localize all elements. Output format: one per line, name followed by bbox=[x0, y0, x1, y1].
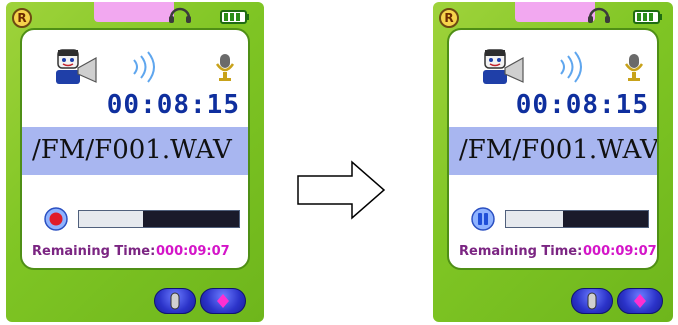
headphone-icon bbox=[169, 7, 191, 23]
elapsed-time: 00:08:15 bbox=[515, 90, 649, 120]
mic-stop-icon bbox=[170, 292, 180, 310]
progress-bar bbox=[505, 210, 649, 228]
play-icon bbox=[634, 294, 646, 308]
recorder-screen-left: R 00:08:15 /FM/F001.WAV Remaining Time: … bbox=[6, 2, 264, 322]
stop-button[interactable] bbox=[571, 288, 613, 314]
file-path: /FM/F001.WAV bbox=[459, 135, 659, 165]
play-icon bbox=[217, 294, 229, 308]
icon-row bbox=[449, 42, 657, 86]
play-button[interactable] bbox=[200, 288, 246, 314]
progress-fill bbox=[506, 211, 563, 227]
remaining-time-value: 000:09:07 bbox=[583, 244, 657, 259]
sound-waves-icon bbox=[560, 51, 582, 83]
elapsed-time: 00:08:15 bbox=[106, 90, 240, 120]
r-badge-icon: R bbox=[12, 8, 32, 28]
progress-bar bbox=[78, 210, 240, 228]
file-path-bar: /FM/F001.WAV bbox=[22, 127, 248, 175]
pause-icon[interactable] bbox=[471, 207, 495, 231]
battery-icon bbox=[220, 10, 249, 24]
display-screen: 00:08:15 /FM/F001.WAV Remaining Time: 00… bbox=[447, 28, 659, 270]
remaining-time-label: Remaining Time: bbox=[32, 244, 156, 259]
progress-fill bbox=[79, 211, 143, 227]
r-badge-icon: R bbox=[439, 8, 459, 28]
remaining-time-label: Remaining Time: bbox=[459, 244, 583, 259]
icon-row bbox=[22, 42, 248, 86]
presenter-icon bbox=[483, 49, 524, 84]
right-arrow-icon bbox=[297, 160, 386, 220]
battery-icon bbox=[633, 10, 662, 24]
recorder-screen-right: R 00:08:15 /FM/F001.WAV Remaining Time: … bbox=[433, 2, 673, 322]
mic-stop-icon bbox=[587, 292, 597, 310]
sound-waves-icon bbox=[133, 51, 155, 83]
presenter-icon bbox=[56, 49, 97, 84]
play-button[interactable] bbox=[617, 288, 663, 314]
top-pink-tab bbox=[94, 2, 174, 22]
stop-button[interactable] bbox=[154, 288, 196, 314]
top-pink-tab bbox=[515, 2, 595, 22]
headphone-icon bbox=[588, 7, 610, 23]
display-screen: 00:08:15 /FM/F001.WAV Remaining Time: 00… bbox=[20, 28, 250, 270]
microphone-icon bbox=[624, 54, 644, 81]
remaining-time-value: 000:09:07 bbox=[156, 244, 230, 259]
file-path-bar: /FM/F001.WAV bbox=[449, 127, 657, 175]
record-icon[interactable] bbox=[44, 207, 68, 231]
microphone-icon bbox=[215, 54, 235, 81]
file-path: /FM/F001.WAV bbox=[32, 135, 232, 165]
